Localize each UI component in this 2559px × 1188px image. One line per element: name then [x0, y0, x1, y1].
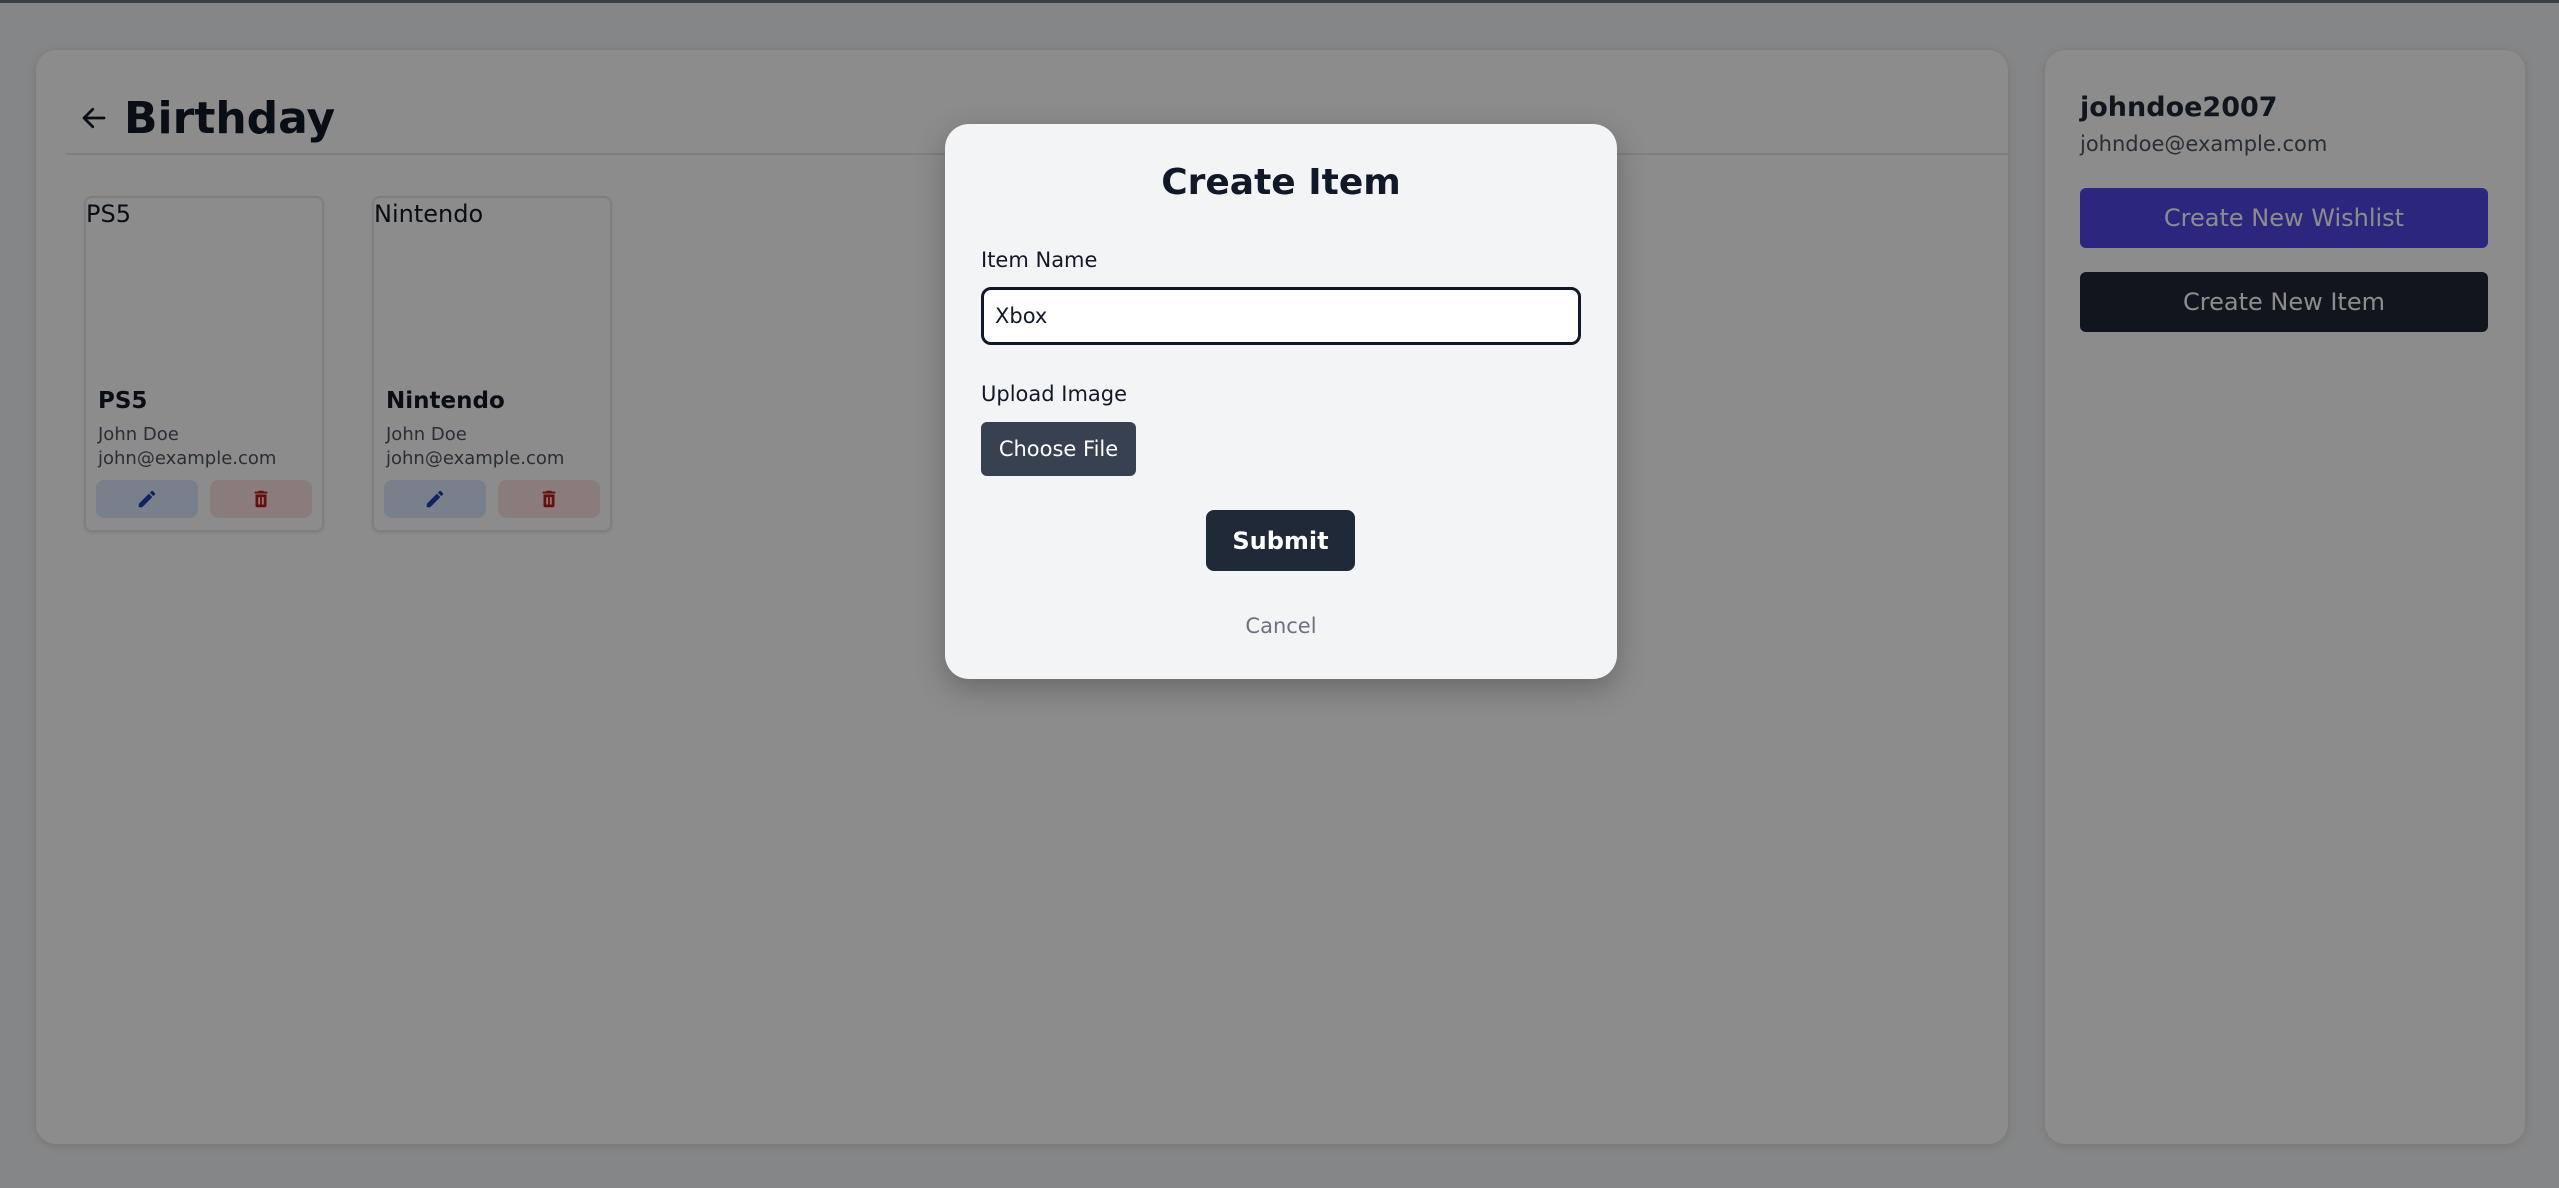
- item-name-input[interactable]: [981, 287, 1581, 345]
- choose-file-button[interactable]: Choose File: [981, 422, 1136, 476]
- modal-title: Create Item: [1161, 162, 1401, 203]
- create-item-modal: Create Item Item Name Upload Image Choos…: [945, 124, 1617, 679]
- submit-button[interactable]: Submit: [1206, 510, 1355, 571]
- item-name-label: Item Name: [981, 248, 1098, 272]
- upload-image-label: Upload Image: [981, 382, 1128, 406]
- cancel-button[interactable]: Cancel: [945, 614, 1617, 638]
